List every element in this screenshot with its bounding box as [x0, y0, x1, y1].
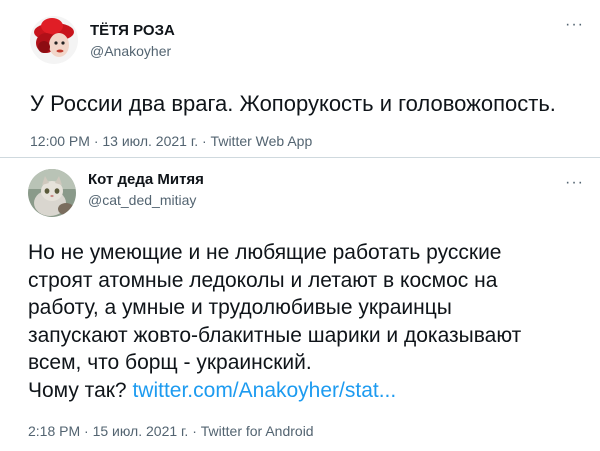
tweet-text-line: строят атомные ледоколы и летают в космо… — [28, 268, 498, 292]
tweet-text-line-last: Чому так? twitter.com/Anakoyher/stat... — [28, 377, 584, 405]
user-handle[interactable]: @Anakoyher — [90, 42, 175, 60]
tweet-text-line: запускают жовто-блакитные шарики и доказ… — [28, 323, 522, 347]
tweet-2[interactable]: Кот деда Митяя @cat_ded_mitiay ··· Но не… — [0, 158, 600, 451]
tweet-header: ТЁТЯ РОЗА @Anakoyher — [30, 16, 584, 64]
more-options-icon[interactable]: ··· — [565, 175, 584, 191]
display-name[interactable]: Кот деда Митяя — [88, 171, 204, 189]
red-hat-woman-avatar-icon — [30, 16, 78, 64]
tweet-timestamp[interactable]: 12:00 PM · 13 июл. 2021 г. · Twitter Web… — [30, 132, 584, 150]
user-names: Кот деда Митяя @cat_ded_mitiay — [88, 171, 204, 209]
tweet-text: Но не умеющие и не любящие работать русс… — [28, 239, 584, 404]
tweet-text-line: Но не умеющие и не любящие работать русс… — [28, 241, 502, 264]
tweet-text-line: всем, что борщ - украинский. — [28, 351, 312, 374]
user-handle[interactable]: @cat_ded_mitiay — [88, 191, 204, 209]
tweet-text-prefix: Чому так? — [28, 378, 133, 402]
tweet-text: У России два врага. Жопорукость и голово… — [30, 91, 556, 116]
tweet-text-line: работу, а умные и трудолюбивые украинцы — [28, 296, 452, 319]
avatar[interactable] — [30, 16, 78, 64]
tweet-1[interactable]: ТЁТЯ РОЗА @Anakoyher ··· У России два вр… — [0, 0, 600, 157]
user-names: ТЁТЯ РОЗА @Anakoyher — [90, 22, 175, 60]
tweet-link[interactable]: twitter.com/Anakoyher/stat... — [132, 379, 396, 402]
display-name[interactable]: ТЁТЯ РОЗА — [90, 22, 175, 40]
tweet-timestamp[interactable]: 2:18 PM · 15 июл. 2021 г. · Twitter for … — [28, 422, 314, 440]
more-options-icon[interactable]: ··· — [565, 17, 584, 33]
tweet-header: Кот деда Митяя @cat_ded_mitiay — [28, 169, 584, 217]
avatar[interactable] — [28, 169, 76, 217]
cat-photo-avatar-icon — [28, 169, 76, 217]
